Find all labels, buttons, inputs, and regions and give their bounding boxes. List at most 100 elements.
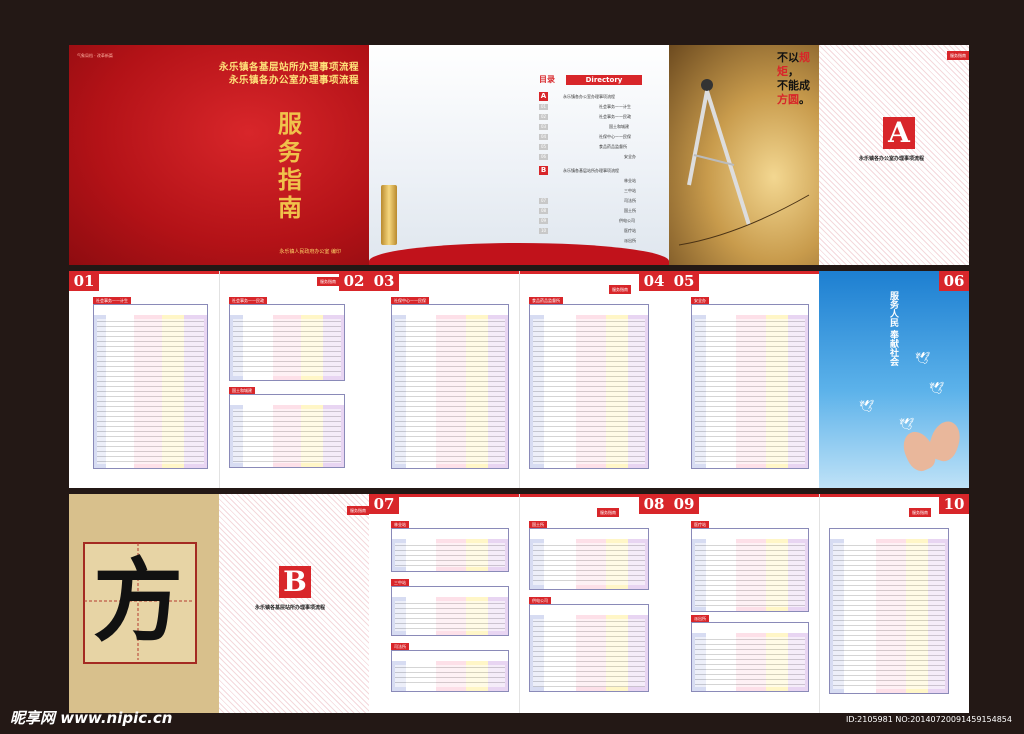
toc-item[interactable]: 国土所	[624, 208, 636, 214]
red-ribbon	[369, 243, 669, 265]
dove-icon: 🕊	[915, 351, 931, 365]
service-tag: 服务指南	[317, 277, 339, 286]
table: 供电公司	[529, 597, 649, 692]
toc-num: 09	[539, 218, 548, 224]
spread-cover: 气象局档 · 改革新篇 永乐镇各基层站所办理事项流程 永乐镇各办公室办理事项流程…	[69, 45, 669, 265]
service-tag: 服务指南	[609, 285, 631, 294]
watermark-id: ID:2105981 NO:20140720091459154854	[845, 715, 1012, 724]
toc-item[interactable]: 林业站	[624, 178, 636, 184]
slogan-l2: 不能成	[777, 79, 810, 92]
cover-footer: 永乐镇人民政府办公室 编印	[279, 249, 341, 255]
section-b-tag: 服务指南	[347, 506, 369, 515]
text-lines	[533, 319, 645, 464]
text-lines	[97, 319, 204, 464]
spread-05-06: 05 安全办 06 服务人民 奉献社会 🕊 🕊 🕊 🕊	[669, 271, 969, 488]
text-lines	[395, 601, 505, 631]
toc-header: Directory	[566, 75, 642, 85]
page-number: 06	[939, 271, 969, 291]
toc-item[interactable]: 三中站	[624, 188, 636, 194]
table-title: 派出所	[691, 615, 709, 622]
section-b-caption: 永乐镇各基层站所办理事项流程	[255, 605, 326, 611]
cover-title-line1: 永乐镇各基层站所办理事项流程	[218, 62, 359, 73]
spread-09-10: 09 10 服务指南 医疗站 派出所	[669, 494, 969, 713]
watermark-logo: 昵享网 www.nipic.cn	[10, 709, 173, 727]
text-lines	[395, 543, 505, 567]
section-b-letter: B	[279, 566, 311, 598]
section-a-tag: 服务指南	[947, 51, 969, 60]
dove-icon: 🕊	[929, 381, 945, 395]
table-title: 食品药品监督所	[529, 297, 563, 304]
text-lines	[395, 665, 505, 687]
huabiao-pillar	[381, 185, 397, 245]
toc-item[interactable]: 供电公司	[619, 218, 635, 224]
toc-num: 04	[539, 134, 548, 140]
table-title: 安全办	[691, 297, 709, 304]
toc-letter-a: A	[539, 92, 548, 101]
spread-07-08: 07 08 服务指南 林业站 三中站 司法所 国土所 供电公司	[369, 494, 669, 713]
toc-item[interactable]: 食品药品监督所	[599, 144, 627, 150]
toc-num: 07	[539, 198, 548, 204]
page-number: 01	[69, 271, 99, 291]
table-title: 三中站	[391, 579, 409, 586]
fang-page: 方	[69, 494, 219, 713]
page-fold	[519, 271, 520, 488]
page-number: 02	[339, 271, 369, 291]
table: 食品药品监督所	[529, 297, 649, 469]
toc-num: 01	[539, 104, 548, 110]
toc-letter-b: B	[539, 166, 548, 175]
table-title: 供电公司	[529, 597, 551, 604]
cover-title-line2: 永乐镇各办公室办理事项流程	[228, 75, 359, 86]
table: 社保中心——民保	[391, 297, 509, 469]
table-title: 社保中心——民保	[391, 297, 429, 304]
slogan-comma: ，	[788, 65, 799, 78]
toc-item[interactable]: 司法所	[624, 198, 636, 204]
toc-num: 10	[539, 228, 548, 234]
text-lines	[695, 319, 805, 464]
toc-item[interactable]: 医疗站	[624, 228, 636, 234]
text-lines	[695, 637, 805, 687]
section-b-page: 服务指南 B 永乐镇各基层站所办理事项流程	[219, 494, 369, 713]
toc-item[interactable]: 安全办	[624, 154, 636, 160]
toc-num: 08	[539, 208, 548, 214]
cover-tag: 气象局档 · 改革新篇	[77, 53, 113, 58]
text-lines	[233, 409, 341, 463]
toc-num: 06	[539, 154, 548, 160]
table: 安全办	[691, 297, 809, 469]
toc-page: 目录 Directory A 永乐镇各办公室办理事项流程 01 社会事务——计生…	[369, 45, 669, 265]
dove-icon: 🕊	[899, 417, 915, 431]
page-number: 05	[669, 271, 699, 291]
toc-item[interactable]: 国土和城建	[609, 124, 629, 130]
spread-03-04: 03 04 服务指南 社保中心——民保 食品药品监督所	[369, 271, 669, 488]
table: 国土所	[529, 521, 649, 590]
table: 社会事务——计生	[93, 297, 208, 469]
text-lines	[695, 543, 805, 607]
page-number: 10	[939, 494, 969, 514]
page-fold	[819, 494, 820, 713]
table	[829, 528, 949, 694]
page-number: 08	[639, 494, 669, 514]
page-number: 07	[369, 494, 399, 514]
toc-item[interactable]: 派出所	[624, 238, 636, 244]
section-a-page: 服务指南 A 永乐镇各办公室办理事项流程	[819, 45, 969, 265]
toc-item[interactable]: 社保中心——民保	[599, 134, 631, 140]
table: 三中站	[391, 579, 509, 636]
fang-character: 方	[93, 548, 183, 654]
page-number: 03	[369, 271, 399, 291]
toc-label: 目录	[539, 75, 555, 84]
sky-page: 06 服务人民 奉献社会 🕊 🕊 🕊 🕊	[819, 271, 969, 488]
table: 派出所	[691, 615, 809, 692]
cover-page: 气象局档 · 改革新篇 永乐镇各基层站所办理事项流程 永乐镇各办公室办理事项流程…	[69, 45, 369, 265]
toc-item[interactable]: 永乐镇各办公室办理事项流程	[563, 94, 615, 100]
table: 林业站	[391, 521, 509, 572]
toc-item[interactable]: 社会事务——民政	[599, 114, 631, 120]
toc-num: 05	[539, 144, 548, 150]
dove-icon: 🕊	[859, 399, 875, 413]
cover-big-title: 服务指南	[278, 109, 302, 222]
toc-item[interactable]: 永乐镇各基层站所办理事项流程	[563, 168, 619, 174]
text-lines	[233, 319, 341, 376]
toc-item[interactable]: 社会事务——计生	[599, 104, 631, 110]
service-tag: 服务指南	[909, 508, 931, 517]
slogan-end: 。	[799, 93, 810, 106]
slogan-r2: 方圆	[777, 93, 799, 106]
service-tag: 服务指南	[597, 508, 619, 517]
